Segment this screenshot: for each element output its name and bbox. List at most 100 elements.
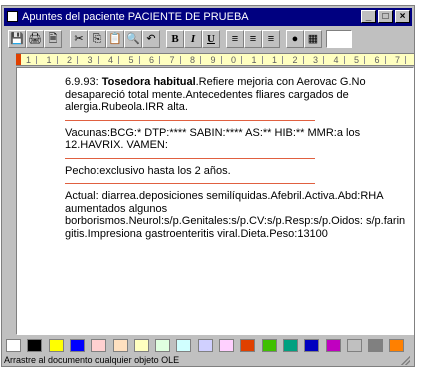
color-swatch[interactable] (91, 339, 107, 352)
color-swatch[interactable] (304, 339, 320, 352)
ruler-tick (97, 56, 99, 64)
entry-text: Actual: diarrea.deposiciones semilíquida… (65, 190, 406, 240)
align-left-icon[interactable]: ≡ (226, 30, 244, 48)
color-swatch[interactable] (219, 339, 234, 352)
ruler-tick-label: 7 (395, 55, 401, 65)
notes-window: Apuntes del paciente PACIENTE DE PRUEBA … (1, 5, 415, 367)
ruler-tick-label: 5 (128, 55, 134, 65)
cut-icon[interactable]: ✂ (70, 30, 88, 48)
paste-icon[interactable]: 📋 (106, 30, 124, 48)
ruler-indent-marker[interactable] (16, 54, 21, 65)
ruler-tick-label: 1 (26, 55, 32, 65)
save-icon[interactable]: 💾 (8, 30, 26, 48)
copy-icon[interactable]: ⎘ (88, 30, 106, 48)
ruler-tick-label: 3 (313, 55, 319, 65)
separator (65, 119, 315, 121)
color-swatch[interactable] (6, 339, 21, 352)
entry-current: Actual: diarrea.deposiciones semilíquida… (65, 190, 410, 240)
italic-button[interactable]: I (184, 30, 202, 48)
status-bar: Arrastre al documento cualquier objeto O… (4, 355, 412, 366)
ruler-tick-label: 4 (333, 55, 339, 65)
entry-text: Vacunas:BCG:* DTP:**** SABIN:**** AS:** … (65, 126, 361, 152)
ruler-tick (241, 56, 242, 64)
ruler-tick-label: 1 (251, 55, 257, 65)
ruler-tick (220, 56, 222, 64)
color-swatch[interactable] (112, 339, 128, 352)
minimize-button[interactable]: _ (361, 10, 376, 23)
entry-date: 6.9.93: (65, 76, 99, 88)
preview-icon[interactable]: 🗎 (44, 30, 62, 48)
ruler-tick-label: 0 (231, 55, 237, 65)
resize-grip-icon[interactable] (400, 355, 410, 365)
ruler-tick-label: 8 (190, 55, 196, 65)
ruler-tick-label: 7 (169, 55, 175, 65)
ruler-tick (323, 56, 324, 64)
color-swatch[interactable] (261, 339, 277, 352)
insert-object-icon[interactable]: ▦ (304, 30, 322, 48)
ruler-tick-label: 2 (67, 55, 73, 65)
document-content[interactable]: 6.9.93: Tosedora habitual.Refiere mejori… (65, 76, 410, 240)
title-bar[interactable]: Apuntes del paciente PACIENTE DE PRUEBA … (4, 8, 412, 26)
ruler-tick-label: 6 (374, 55, 380, 65)
color-swatch[interactable] (133, 339, 149, 352)
status-message: Arrastre al documento cualquier objeto O… (4, 355, 180, 365)
ruler-tick (77, 56, 78, 64)
separator (65, 183, 315, 184)
ruler-tick (36, 56, 37, 64)
maximize-button[interactable]: □ (378, 10, 393, 23)
ruler-tick-label: 5 (354, 55, 360, 65)
bold-button[interactable]: B (166, 30, 184, 48)
entry-vaccines: Vacunas:BCG:* DTP:**** SABIN:**** AS:** … (65, 127, 410, 152)
ruler-tick (364, 56, 365, 64)
ruler-tick (261, 56, 263, 64)
underline-button[interactable]: U (202, 30, 220, 48)
ruler-tick (282, 56, 283, 64)
undo-icon[interactable]: ↶ (142, 30, 160, 48)
ruler-tick (138, 56, 140, 64)
document-area[interactable]: 6.9.93: Tosedora habitual.Refiere mejori… (16, 67, 414, 335)
color-palette (6, 338, 414, 354)
ruler-tick-label: 3 (87, 55, 93, 65)
ruler-tick-label: 6 (149, 55, 155, 65)
color-swatch[interactable] (368, 339, 384, 352)
color-swatch[interactable] (176, 339, 192, 352)
app-icon (7, 11, 18, 22)
entry-heading: Tosedora habitual (101, 76, 196, 88)
align-center-icon[interactable]: ≡ (244, 30, 262, 48)
ruler-tick-label: 2 (292, 55, 298, 65)
color-swatch[interactable] (48, 339, 64, 352)
ruler-tick (302, 56, 304, 64)
ruler-tick-label: 1 (272, 55, 278, 65)
ruler-tick (343, 56, 345, 64)
color-swatch[interactable] (155, 339, 171, 352)
ruler-tick-label: 9 (210, 55, 216, 65)
ruler-tick-label: 1 (46, 55, 52, 65)
color-swatch[interactable] (197, 339, 213, 352)
close-button[interactable]: × (395, 10, 410, 23)
color-swatch[interactable] (240, 339, 256, 352)
ruler-tick (56, 56, 58, 64)
entry-text: Pecho:exclusivo hasta los 2 años. (65, 164, 231, 177)
align-right-icon[interactable]: ≡ (262, 30, 280, 48)
window-title: Apuntes del paciente PACIENTE DE PRUEBA (22, 11, 249, 23)
bullet-icon[interactable]: ● (286, 30, 304, 48)
find-icon[interactable]: 🔍 (124, 30, 142, 48)
color-swatch[interactable] (389, 339, 405, 352)
color-swatch[interactable] (69, 339, 85, 352)
entry-breastfeeding: Pecho:exclusivo hasta los 2 años. (65, 165, 410, 178)
color-swatch[interactable] (325, 339, 341, 352)
ruler[interactable]: 1 1 2 3 4 5 6 7 8 9 0 1 1 2 3 4 5 6 7 (16, 53, 414, 66)
color-swatch[interactable] (282, 339, 298, 352)
ruler-tick-label: 4 (108, 55, 114, 65)
color-swatch[interactable] (346, 339, 362, 352)
ruler-tick (118, 56, 119, 64)
ruler-tick (179, 56, 181, 64)
print-icon[interactable]: 🖨 (26, 30, 44, 48)
ruler-tick (159, 56, 160, 64)
ruler-tick (200, 56, 201, 64)
font-size-input[interactable] (326, 30, 352, 48)
entry-history: 6.9.93: Tosedora habitual.Refiere mejori… (65, 76, 410, 114)
toolbar: 💾 🖨 🗎 ✂ ⎘ 📋 🔍 ↶ B I U ≡ ≡ ≡ ● ▦ (4, 28, 412, 50)
color-swatch[interactable] (27, 339, 43, 352)
separator (65, 157, 315, 159)
